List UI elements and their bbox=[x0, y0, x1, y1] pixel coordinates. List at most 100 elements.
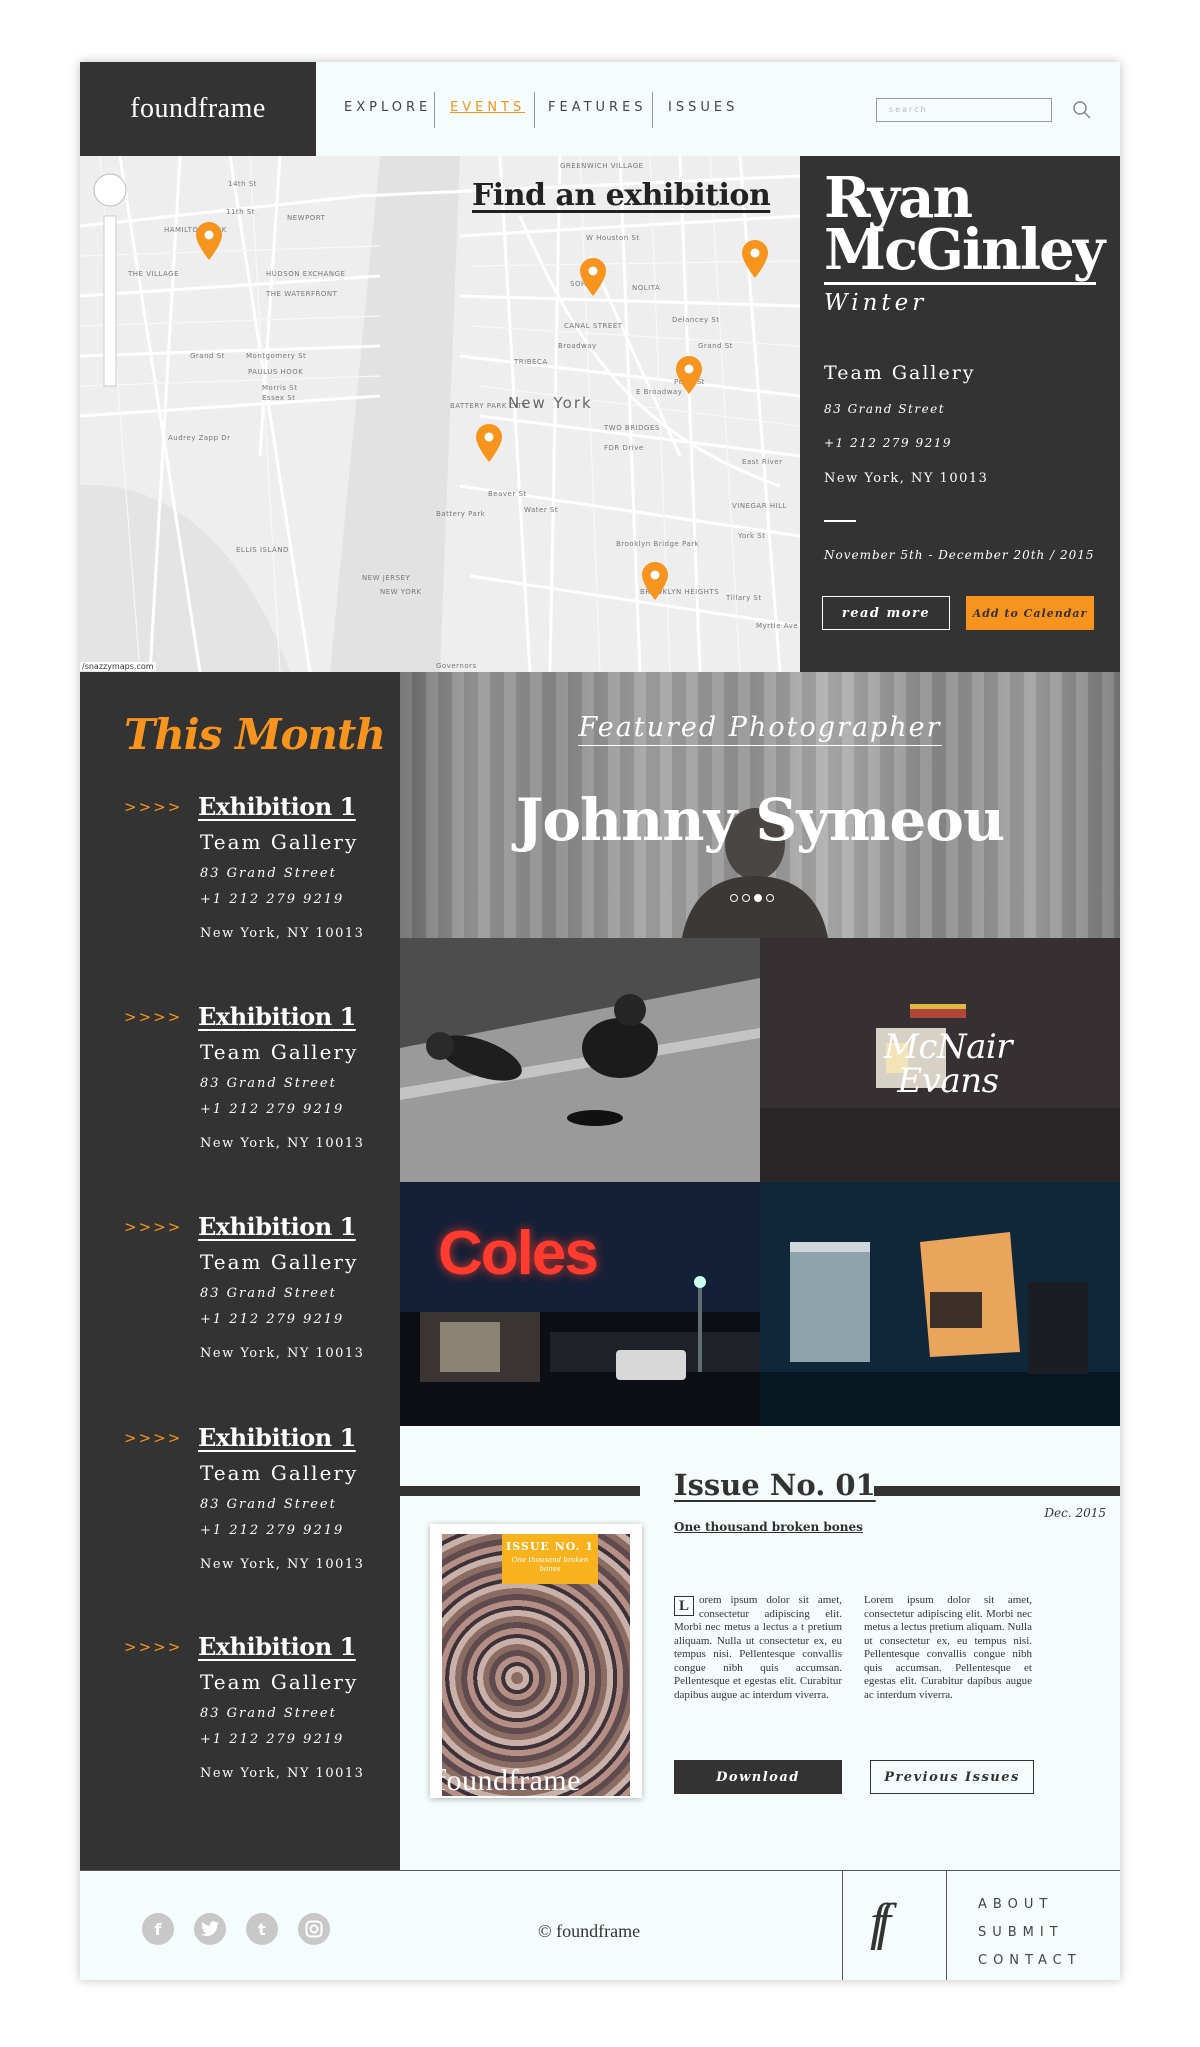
exhibition-item[interactable]: >>>> Exhibition 1 Team Gallery 83 Grand … bbox=[80, 792, 400, 992]
map-pin-icon[interactable] bbox=[742, 240, 768, 278]
map-credit[interactable]: /snazzymaps.com bbox=[80, 662, 156, 671]
nav-features[interactable]: FEATURES bbox=[548, 100, 647, 115]
map-label: Grand St bbox=[190, 352, 225, 360]
photo-tile-mcnair-evans[interactable]: McNair Evans bbox=[760, 938, 1120, 1182]
nav-explore[interactable]: EXPLORE bbox=[344, 100, 431, 115]
nav-divider bbox=[534, 92, 535, 128]
exhibition-street: 83 Grand Street bbox=[200, 1706, 337, 1721]
nav-divider bbox=[434, 92, 435, 128]
facebook-icon[interactable]: f bbox=[142, 1913, 174, 1945]
footer-link-submit[interactable]: SUBMIT bbox=[978, 1925, 1064, 1940]
carousel-dot-active[interactable] bbox=[754, 894, 762, 902]
divider bbox=[824, 282, 1096, 285]
map-label: Morris St bbox=[262, 384, 298, 392]
search-input[interactable]: search bbox=[876, 98, 1052, 122]
nav-events[interactable]: EVENTS bbox=[450, 100, 525, 115]
exhibition-gallery: Team Gallery bbox=[200, 1461, 359, 1485]
site-header: foundframe EXPLORE EVENTS FEATURES ISSUE… bbox=[80, 62, 1120, 156]
exhibition-map[interactable]: 14th St 11th St NEWPORT HAMILTON PARK TH… bbox=[80, 156, 800, 672]
photo-tile-coles[interactable]: Coles bbox=[400, 1182, 760, 1426]
issue-title: Issue No. 01 bbox=[674, 1468, 876, 1502]
main-nav: EXPLORE EVENTS FEATURES ISSUES search bbox=[316, 62, 1120, 156]
map-label: VINEGAR HILL bbox=[732, 502, 787, 510]
exhibition-item[interactable]: >>>> Exhibition 1 Team Gallery 83 Grand … bbox=[80, 1212, 400, 1412]
footer-link-about[interactable]: ABOUT bbox=[978, 1897, 1053, 1912]
map-label: PAULUS HOOK bbox=[248, 368, 304, 376]
footer-divider bbox=[842, 1871, 843, 1980]
map-label: NEW YORK bbox=[380, 588, 422, 596]
site-logo[interactable]: foundframe bbox=[80, 62, 316, 156]
footer-link-contact[interactable]: CONTACT bbox=[978, 1953, 1082, 1968]
map-label: 11th St bbox=[226, 208, 256, 216]
carousel-dot[interactable] bbox=[730, 894, 738, 902]
coles-sign: Coles bbox=[438, 1219, 599, 1288]
divider bbox=[824, 520, 856, 522]
event-title: Winter bbox=[824, 290, 928, 316]
exhibition-street: 83 Grand Street bbox=[200, 1076, 337, 1091]
issue-text-column: Lorem ipsum dolor sit amet, consectetur … bbox=[864, 1594, 1032, 1701]
map-pin-icon[interactable] bbox=[676, 356, 702, 394]
exhibition-name[interactable]: Exhibition 1 bbox=[198, 1632, 356, 1661]
exhibition-street: 83 Grand Street bbox=[200, 866, 337, 881]
exhibition-phone: +1 212 279 9219 bbox=[200, 1523, 345, 1538]
exhibition-item[interactable]: >>>> Exhibition 1 Team Gallery 83 Grand … bbox=[80, 1423, 400, 1623]
read-more-button[interactable]: read more bbox=[822, 596, 950, 630]
exhibition-phone: +1 212 279 9219 bbox=[200, 1312, 345, 1327]
map-label: NEWPORT bbox=[287, 214, 326, 222]
map-label: THE VILLAGE bbox=[128, 270, 180, 278]
exhibition-item[interactable]: >>>> Exhibition 1 Team Gallery 83 Grand … bbox=[80, 1632, 400, 1832]
issue-cover[interactable]: ISSUE NO. 1 One thousand broken bones fo… bbox=[430, 1524, 642, 1798]
exhibition-city: New York, NY 10013 bbox=[200, 1557, 365, 1572]
map-label: York St bbox=[738, 532, 766, 540]
carousel-dot[interactable] bbox=[766, 894, 774, 902]
exhibition-name[interactable]: Exhibition 1 bbox=[198, 1423, 356, 1452]
map-pin-icon[interactable] bbox=[642, 562, 668, 600]
exhibition-gallery: Team Gallery bbox=[200, 1670, 359, 1694]
map-label: THE WATERFRONT bbox=[266, 290, 338, 298]
add-to-calendar-button[interactable]: Add to Calendar bbox=[966, 596, 1094, 630]
exhibition-city: New York, NY 10013 bbox=[200, 1766, 365, 1781]
exhibition-city: New York, NY 10013 bbox=[200, 926, 365, 941]
exhibition-item[interactable]: >>>> Exhibition 1 Team Gallery 83 Grand … bbox=[80, 1002, 400, 1202]
exhibition-name[interactable]: Exhibition 1 bbox=[198, 1002, 356, 1031]
tumblr-icon[interactable]: t bbox=[246, 1913, 278, 1945]
exhibition-name[interactable]: Exhibition 1 bbox=[198, 1212, 356, 1241]
arrow-icon: >>>> bbox=[124, 1218, 183, 1236]
map-label: East River bbox=[742, 458, 783, 466]
arrow-icon: >>>> bbox=[124, 1638, 183, 1656]
map-label: Battery Park bbox=[436, 510, 486, 518]
event-phone: +1 212 279 9219 bbox=[824, 436, 952, 450]
exhibition-name[interactable]: Exhibition 1 bbox=[198, 792, 356, 821]
cover-art: ISSUE NO. 1 One thousand broken bones bbox=[442, 1534, 630, 1796]
photo-tile-bedroom[interactable] bbox=[760, 1182, 1120, 1426]
event-street: 83 Grand Street bbox=[824, 402, 946, 416]
map-pin-icon[interactable] bbox=[196, 222, 222, 260]
photo-tile-skaters[interactable] bbox=[400, 938, 760, 1182]
carousel-dots bbox=[730, 894, 774, 902]
issue-text-column: Lorem ipsum dolor sit amet, consectetur … bbox=[674, 1594, 842, 1702]
footer-monogram[interactable]: ff bbox=[870, 1893, 891, 1952]
map-label: Essex St bbox=[262, 394, 296, 402]
map-label: CANAL STREET bbox=[564, 322, 623, 330]
featured-photographer-hero[interactable]: Featured Photographer Johnny Symeou bbox=[400, 672, 1120, 938]
download-button[interactable]: Download bbox=[674, 1760, 842, 1794]
twitter-icon[interactable] bbox=[194, 1913, 226, 1945]
map-label: Governors bbox=[436, 662, 477, 670]
previous-issues-button[interactable]: Previous Issues bbox=[870, 1760, 1034, 1794]
column-text: orem ipsum dolor sit amet, consectetur a… bbox=[674, 1594, 842, 1701]
map-pin-icon[interactable] bbox=[580, 258, 606, 296]
instagram-icon[interactable] bbox=[298, 1913, 330, 1945]
featured-event-panel: Ryan McGinley Winter Team Gallery 83 Gra… bbox=[800, 156, 1120, 672]
carousel-dot[interactable] bbox=[742, 894, 750, 902]
issue-subtitle[interactable]: One thousand broken bones bbox=[674, 1520, 863, 1534]
map-label: FDR Drive bbox=[604, 444, 644, 452]
search-icon[interactable] bbox=[1072, 100, 1092, 120]
page: foundframe EXPLORE EVENTS FEATURES ISSUE… bbox=[80, 62, 1120, 1980]
exhibition-city: New York, NY 10013 bbox=[200, 1346, 365, 1361]
map-label: Delancey St bbox=[672, 316, 720, 324]
map-pin-icon[interactable] bbox=[476, 424, 502, 462]
photo-skaters bbox=[400, 938, 760, 1182]
cover-brand: foundframe bbox=[436, 1764, 581, 1797]
map-label: Grand St bbox=[698, 342, 733, 350]
nav-issues[interactable]: ISSUES bbox=[668, 100, 738, 115]
